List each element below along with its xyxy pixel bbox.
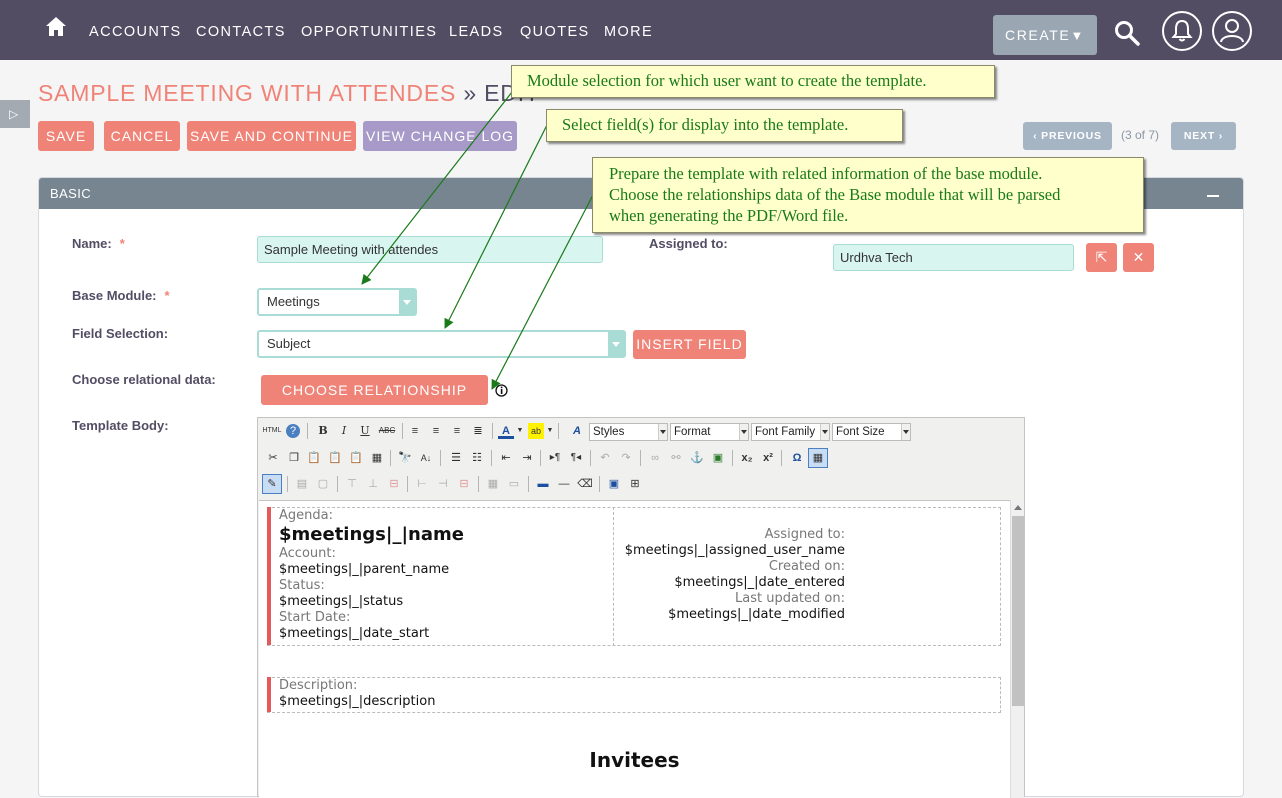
callout-relationship-line-1: Prepare the template with related inform… [609, 164, 1043, 183]
callout-field-selection: Select field(s) for display into the tem… [546, 109, 903, 142]
callout-relationship-line-3: when generating the PDF/Word file. [609, 206, 849, 225]
callout-relationship-line-2: Choose the relationships data of the Bas… [609, 185, 1061, 204]
callout-relationship-data: Prepare the template with related inform… [592, 157, 1144, 233]
callout-module-selection: Module selection for which user want to … [511, 65, 995, 98]
